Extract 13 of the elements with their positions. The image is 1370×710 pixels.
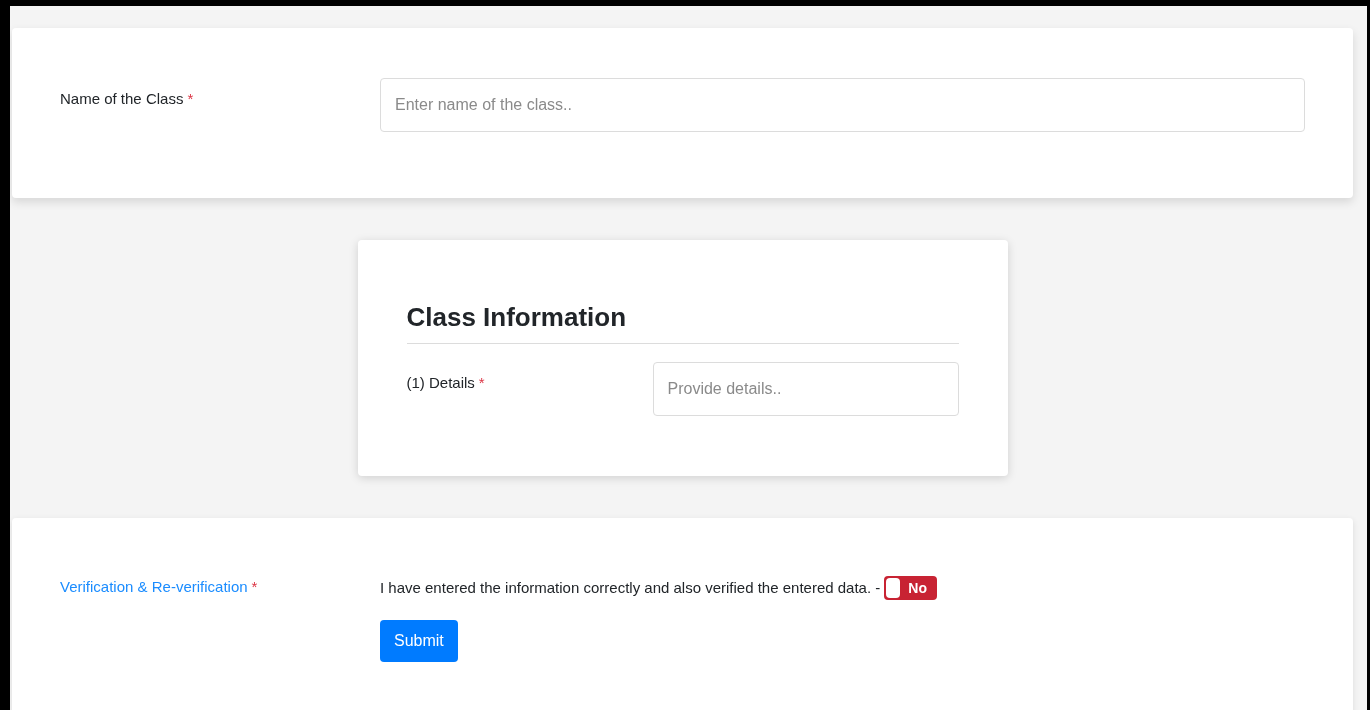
required-asterisk: * <box>251 578 258 595</box>
input-field[interactable]: Provide details.. <box>652 362 959 416</box>
input-field[interactable]: Enter name of the class.. <box>380 78 1305 132</box>
verification-statement: I have entered the information correctly and also verified the entered data. - <box>380 577 881 598</box>
section-title: Class Information <box>406 298 959 344</box>
toggle-switch[interactable]: No <box>884 576 937 600</box>
field-label: Name of the Class <box>60 90 184 107</box>
field-label: (1) Details <box>406 374 475 391</box>
toggle-knob-icon <box>886 578 901 598</box>
field-label: Verification & Re-verification <box>60 578 248 595</box>
required-asterisk: * <box>187 90 194 107</box>
required-asterisk: * <box>478 374 485 391</box>
submit-button[interactable]: Submit <box>380 620 458 662</box>
